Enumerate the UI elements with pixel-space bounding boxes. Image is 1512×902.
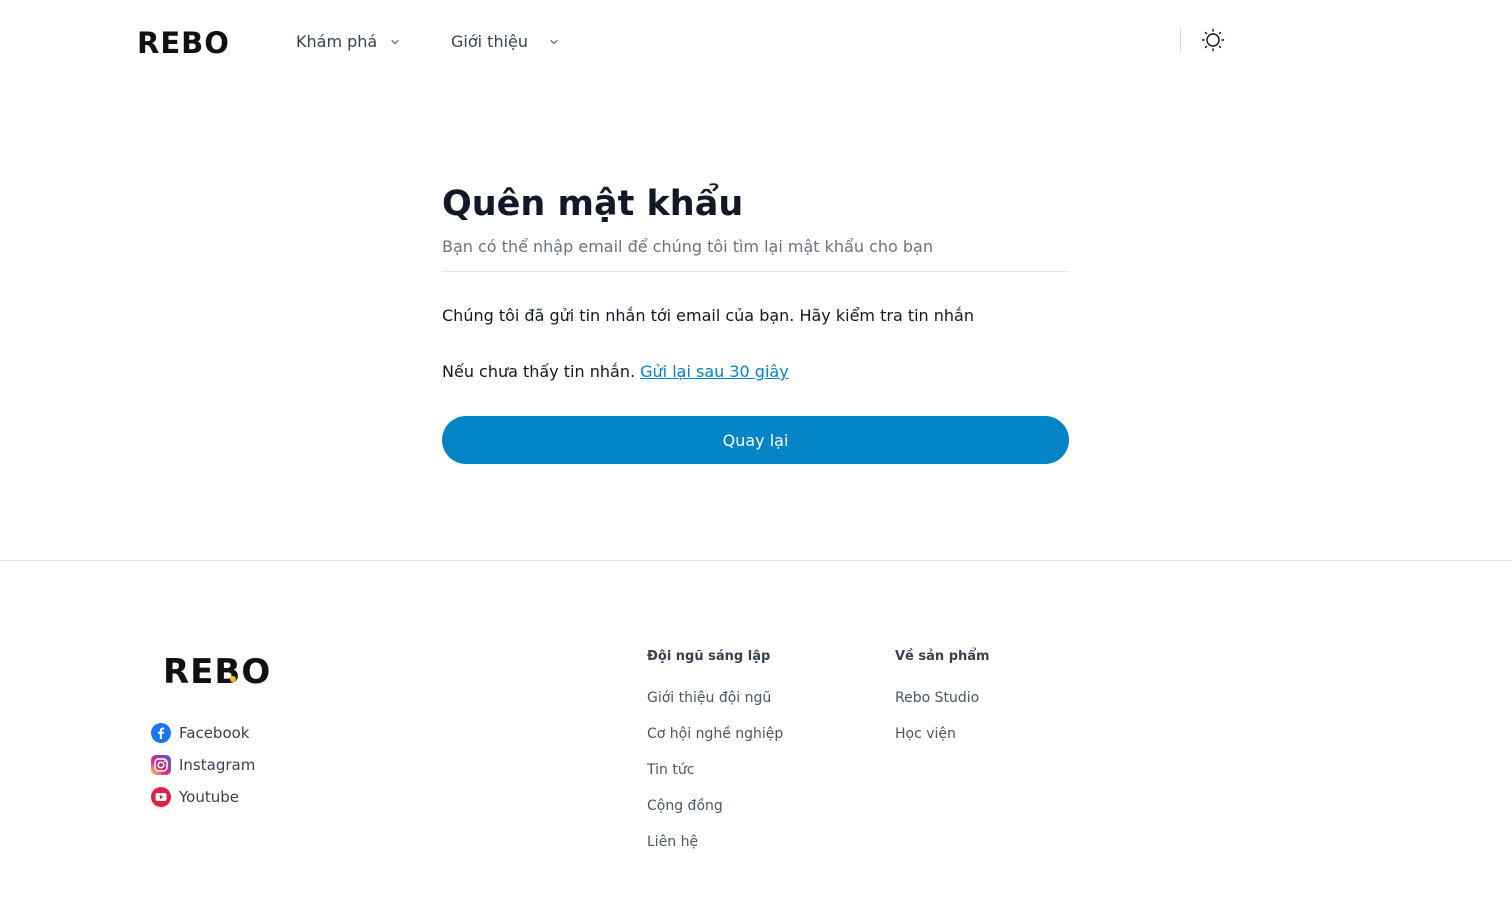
social-label: Instagram (179, 756, 256, 774)
nav-item-label: Khám phá (296, 32, 378, 51)
nav-item-kham-pha[interactable]: Khám phá (296, 32, 401, 51)
nav-item-gioi-thieu[interactable]: Giới thiệu (451, 32, 560, 51)
instagram-icon (151, 755, 171, 775)
footer-link-cong-dong[interactable]: Cộng đồng (647, 798, 723, 814)
footer-link-lien-he[interactable]: Liên hệ (647, 834, 698, 850)
youtube-icon (151, 787, 171, 807)
footer-logo[interactable]: REBO (163, 652, 271, 692)
resend-line: Nếu chưa thấy tin nhắn. Gửi lại sau 30 g… (442, 362, 789, 381)
nav-item-label: Giới thiệu (451, 32, 529, 51)
social-link-youtube[interactable]: Youtube (151, 787, 239, 807)
page-subtitle: Bạn có thể nhập email để chúng tôi tìm l… (442, 237, 933, 256)
header-divider (1180, 28, 1181, 52)
footer-column-title: Về sản phẩm (895, 649, 990, 664)
chevron-down-icon (391, 39, 399, 44)
chevron-down-icon (550, 39, 558, 44)
logo[interactable]: REBO (137, 26, 230, 60)
logo-accent-dot (230, 676, 236, 682)
footer-link-hoc-vien[interactable]: Học viện (895, 726, 956, 742)
footer-column-title: Đội ngũ sáng lập (647, 649, 771, 664)
resend-prefix: Nếu chưa thấy tin nhắn. (442, 362, 636, 381)
facebook-icon (151, 723, 171, 743)
social-link-instagram[interactable]: Instagram (151, 755, 255, 775)
footer-link-co-hoi-nghe-nghiep[interactable]: Cơ hội nghề nghiệp (647, 726, 783, 742)
divider (442, 271, 1069, 272)
site-header: REBO Khám phá Giới thiệu (0, 0, 1512, 84)
footer-link-tin-tuc[interactable]: Tin tức (647, 762, 694, 778)
back-button[interactable]: Quay lại (442, 416, 1069, 464)
social-label: Youtube (179, 788, 239, 806)
forgot-password-panel: Quên mật khẩu Bạn có thể nhập email để c… (442, 180, 1069, 464)
resend-link[interactable]: Gửi lại sau 30 giây (640, 362, 789, 381)
footer-divider (0, 560, 1512, 561)
sun-icon[interactable] (1201, 28, 1225, 52)
sent-message: Chúng tôi đã gửi tin nhắn tới email của … (442, 306, 974, 325)
social-label: Facebook (179, 724, 250, 742)
page-title: Quên mật khẩu (442, 184, 744, 224)
social-link-facebook[interactable]: Facebook (151, 723, 249, 743)
footer-link-gioi-thieu-doi-ngu[interactable]: Giới thiệu đội ngũ (647, 690, 771, 706)
footer-link-rebo-studio[interactable]: Rebo Studio (895, 690, 979, 706)
